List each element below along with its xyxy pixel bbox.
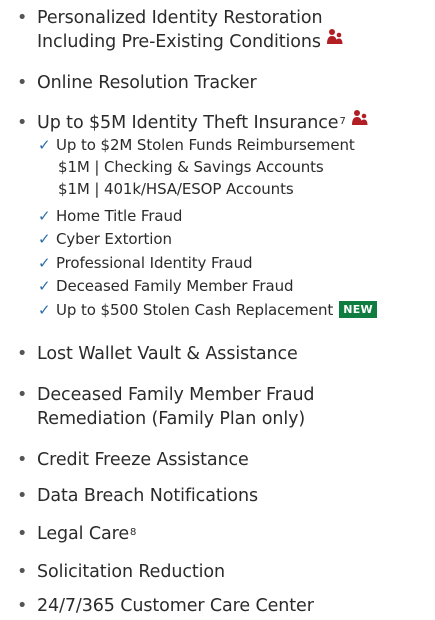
list-item: • Credit Freeze Assistance <box>17 448 249 472</box>
list-item: • Personalized Identity Restoration Incl… <box>17 6 344 54</box>
list-item: • Solicitation Reduction <box>17 560 225 584</box>
item-text: Credit Freeze Assistance <box>37 450 249 470</box>
feature-list: • Personalized Identity Restoration Incl… <box>0 0 435 620</box>
check-icon: ✓ <box>38 207 51 225</box>
check-icon: ✓ <box>38 254 51 272</box>
sub-item: ✓ Professional Identity Fraud <box>38 253 253 273</box>
bullet-icon: • <box>17 562 28 582</box>
family-icon <box>326 28 344 52</box>
item-text-cont: Including Pre-Existing Conditions <box>37 28 344 54</box>
bullet-icon: • <box>17 8 28 28</box>
bullet-icon: • <box>17 73 28 93</box>
bullet-icon: • <box>17 113 28 133</box>
check-icon: ✓ <box>38 136 51 154</box>
bullet-icon: • <box>17 450 28 470</box>
sub-item-text: Professional Identity Fraud <box>56 254 253 272</box>
sub-item-text: Up to $2M Stolen Funds Reimbursement <box>56 136 355 154</box>
item-text: Personalized Identity Restoration <box>37 8 323 28</box>
sub-item: ✓ Cyber Extortion <box>38 229 172 249</box>
sub-item: ✓ Deceased Family Member Fraud <box>38 276 294 296</box>
sub-item: ✓ Home Title Fraud <box>38 206 182 226</box>
footnote-marker: 8 <box>130 527 137 538</box>
check-icon: ✓ <box>38 277 51 295</box>
new-badge: NEW <box>339 301 377 318</box>
bullet-icon: • <box>17 524 28 544</box>
item-text-wrap: Legal Care8 <box>37 522 136 546</box>
list-item: • Legal Care8 <box>17 522 136 546</box>
list-item: • 24/7/365 Customer Care Center <box>17 594 314 618</box>
bullet-icon: • <box>17 385 28 405</box>
sub-item-detail: $1M | Checking & Savings Accounts <box>58 157 324 177</box>
bullet-icon: • <box>17 486 28 506</box>
item-text-wrap: Up to $5M Identity Theft Insurance7 <box>37 109 369 135</box>
sub-item-text: Home Title Fraud <box>56 207 183 225</box>
list-item: • Up to $5M Identity Theft Insurance7 <box>17 109 369 135</box>
bullet-icon: • <box>17 596 28 616</box>
sub-item-text: Up to $500 Stolen Cash Replacement <box>56 301 334 319</box>
list-item: • Lost Wallet Vault & Assistance <box>17 342 298 366</box>
family-icon <box>351 109 369 133</box>
sub-item-text: Cyber Extortion <box>56 230 172 248</box>
sub-item-detail: $1M | 401k/HSA/ESOP Accounts <box>58 179 294 199</box>
sub-item: ✓ Up to $2M Stolen Funds Reimbursement <box>38 135 355 155</box>
sub-item: ✓ Up to $500 Stolen Cash Replacement NEW <box>38 300 377 320</box>
footnote-marker: 7 <box>339 116 346 127</box>
check-icon: ✓ <box>38 230 51 248</box>
item-text: Online Resolution Tracker <box>37 73 257 93</box>
item-text-line2: Remediation (Family Plan only) <box>37 409 306 429</box>
sub-item-text: $1M | Checking & Savings Accounts <box>58 158 324 176</box>
sub-item-text: $1M | 401k/HSA/ESOP Accounts <box>58 180 294 198</box>
bullet-icon: • <box>17 344 28 364</box>
item-text: 24/7/365 Customer Care Center <box>37 596 314 616</box>
item-text-line2: Including Pre-Existing Conditions <box>37 32 321 52</box>
item-text: Solicitation Reduction <box>37 562 225 582</box>
list-item: • Data Breach Notifications <box>17 484 258 508</box>
item-text: Legal Care <box>37 524 129 544</box>
check-icon: ✓ <box>38 301 51 319</box>
item-text: Up to $5M Identity Theft Insurance <box>37 113 339 133</box>
item-text: Lost Wallet Vault & Assistance <box>37 344 298 364</box>
list-item: • Online Resolution Tracker <box>17 71 257 95</box>
item-text: Deceased Family Member Fraud <box>37 385 315 405</box>
sub-item-text: Deceased Family Member Fraud <box>56 277 294 295</box>
list-item: • Deceased Family Member Fraud Remediati… <box>17 383 315 431</box>
item-text: Data Breach Notifications <box>37 486 258 506</box>
